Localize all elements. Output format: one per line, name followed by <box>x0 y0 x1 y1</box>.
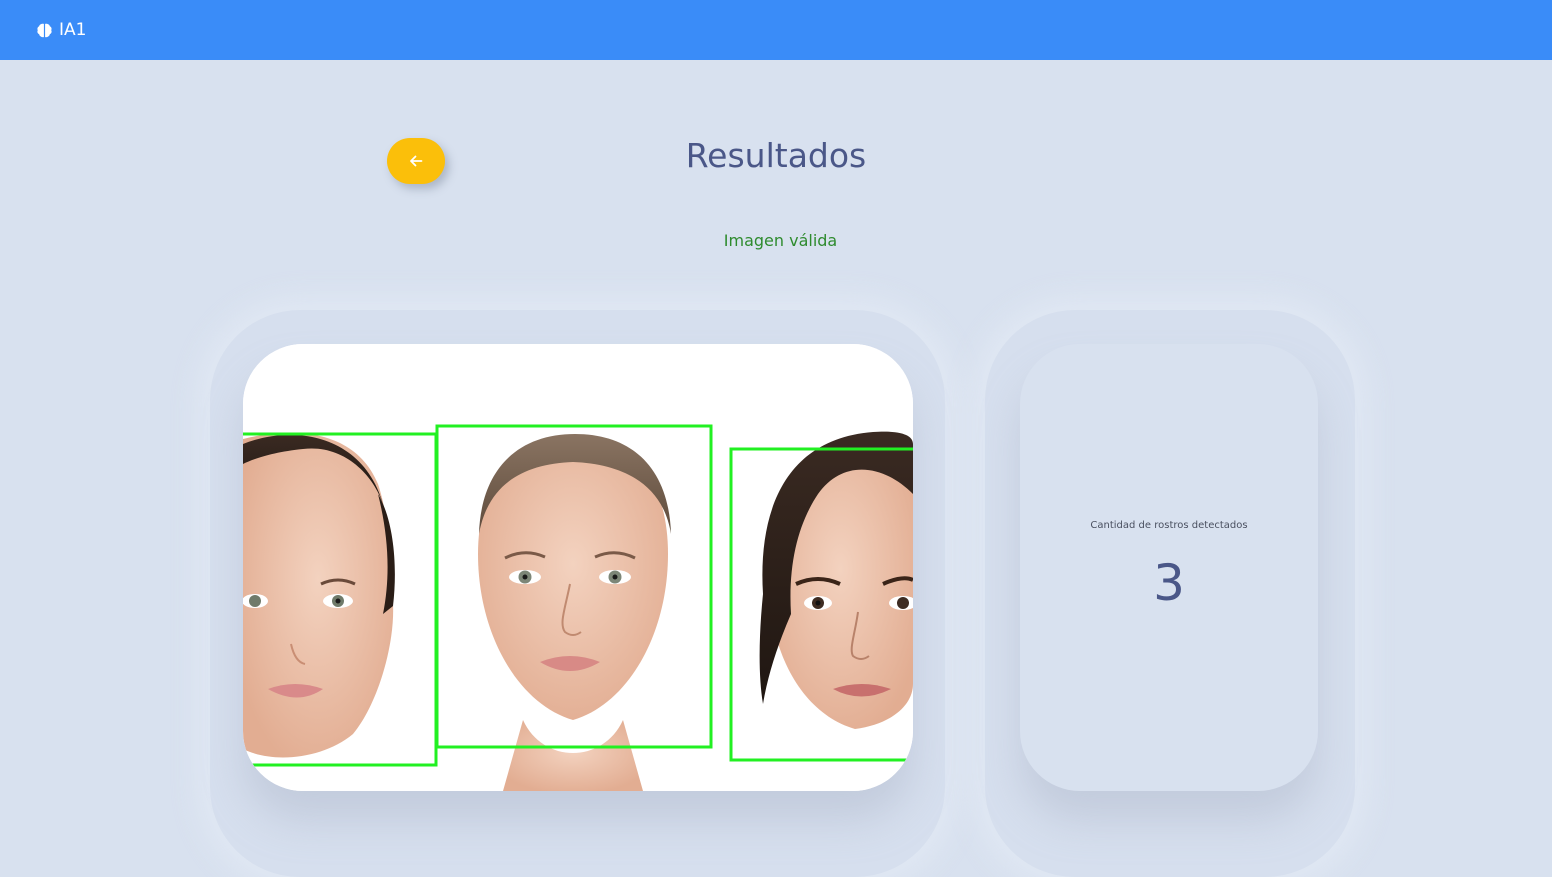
result-image-card <box>243 344 913 791</box>
validation-status: Imagen válida <box>723 231 838 250</box>
brand-label: IA1 <box>59 20 87 40</box>
top-navbar: IA1 <box>0 0 1552 60</box>
detected-faces-image <box>243 344 913 791</box>
face-count-card: Cantidad de rostros detectados 3 <box>1020 344 1318 791</box>
page-title: Resultados <box>685 136 867 175</box>
face-count-label: Cantidad de rostros detectados <box>1090 520 1248 531</box>
brain-icon <box>36 22 53 39</box>
face-count-value: 3 <box>1153 554 1185 612</box>
brand-link[interactable]: IA1 <box>36 20 86 40</box>
